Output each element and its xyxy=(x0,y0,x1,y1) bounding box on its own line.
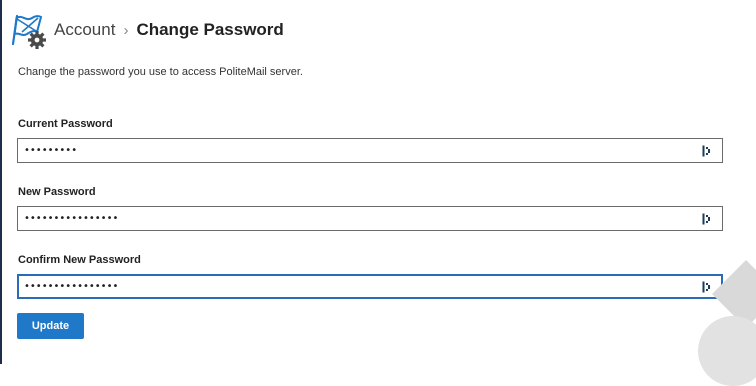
confirm-password-input[interactable] xyxy=(18,275,698,298)
current-password-label: Current Password xyxy=(18,118,113,130)
reveal-password-icon[interactable] xyxy=(698,210,716,228)
reveal-password-icon[interactable] xyxy=(698,142,716,160)
breadcrumb-account-link[interactable]: Account xyxy=(54,20,115,40)
breadcrumb: Account › Change Password xyxy=(54,20,284,40)
new-password-label: New Password xyxy=(18,186,96,198)
new-password-field[interactable] xyxy=(17,206,723,231)
page-description: Change the password you use to access Po… xyxy=(18,66,303,78)
window-left-edge xyxy=(0,0,2,364)
confirm-password-field[interactable] xyxy=(17,274,723,299)
decorative-circle xyxy=(698,316,756,386)
confirm-password-label: Confirm New Password xyxy=(18,254,141,266)
politemail-logo-icon xyxy=(8,10,48,50)
new-password-input[interactable] xyxy=(18,207,698,230)
current-password-field[interactable] xyxy=(17,138,723,163)
current-password-input[interactable] xyxy=(18,139,698,162)
page-title: Change Password xyxy=(136,20,284,39)
update-button[interactable]: Update xyxy=(17,313,84,339)
breadcrumb-separator-icon: › xyxy=(123,21,129,39)
page-header: Account › Change Password xyxy=(8,6,284,54)
